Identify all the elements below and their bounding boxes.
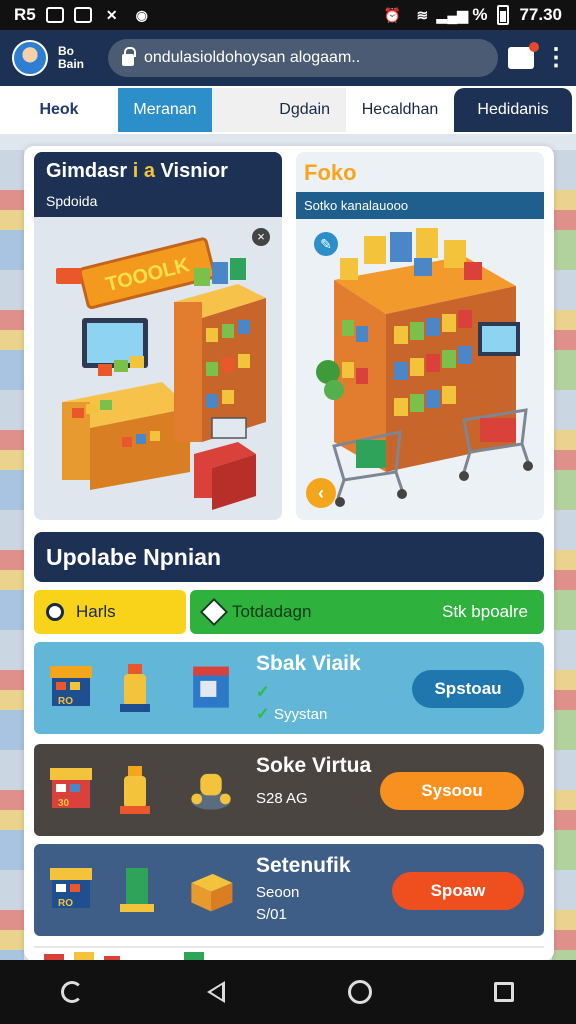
browser-bar: Bo Bain ondulasioldohoysan alogaam.. ⋮ bbox=[0, 30, 576, 86]
shelf-cart-illustration bbox=[316, 228, 533, 507]
item-title: Sbak Viaik bbox=[256, 652, 361, 675]
coins-icon bbox=[191, 773, 231, 810]
tools-icon: ✕ bbox=[105, 6, 118, 23]
stall-icon: RO bbox=[50, 666, 92, 707]
filter-harls-button[interactable]: Harls bbox=[34, 590, 186, 634]
card-subtitle: Sotko kanalauooo bbox=[296, 192, 544, 219]
card-title: Foko bbox=[304, 160, 357, 185]
address-bar[interactable]: ondulasioldohoysan alogaam.. bbox=[108, 39, 498, 77]
stall-badge: RO bbox=[58, 696, 73, 707]
filter-row: Harls Totdadagn Stk bpoalre bbox=[34, 590, 544, 634]
system-nav-bar bbox=[0, 960, 576, 1024]
item-title: Setenufik bbox=[256, 854, 351, 877]
home-button[interactable] bbox=[346, 978, 374, 1006]
battery-percent-label: % bbox=[472, 5, 488, 24]
item-action-button[interactable]: Sysoou bbox=[380, 772, 524, 810]
tab-hecaldhan[interactable]: Hecaldhan bbox=[346, 88, 454, 132]
item-check-line: ✓ Syystan bbox=[256, 704, 327, 723]
stall-icon: 30 bbox=[50, 768, 92, 809]
share-icon[interactable] bbox=[508, 42, 539, 69]
card-foko[interactable]: Foko Sotko kanalauooo ✎ ‹ bbox=[296, 152, 544, 520]
card-title: Gimdasr i a Visnior bbox=[46, 160, 270, 183]
check-icon: ✓ bbox=[256, 706, 270, 723]
photo-icon bbox=[73, 7, 92, 23]
cube-icon bbox=[199, 597, 229, 627]
stall-badge: RO bbox=[58, 898, 73, 909]
filter-update-label[interactable]: Stk bpoalre bbox=[442, 602, 528, 622]
signal-icon: ▂▄▆ bbox=[436, 6, 469, 23]
filter-label: Harls bbox=[76, 602, 116, 621]
item-title: Soke Virtua bbox=[256, 754, 372, 777]
back-arrow-icon[interactable]: ‹ bbox=[306, 478, 336, 508]
background-shelf-right bbox=[552, 150, 576, 960]
item-line: Syystan bbox=[274, 706, 328, 723]
wifi-icon: ≋ bbox=[416, 6, 429, 23]
card-subtitle: Spdoida bbox=[46, 193, 98, 209]
card-header: Gimdasr i a Visnior Spdoida bbox=[34, 152, 282, 217]
avatar[interactable] bbox=[12, 40, 48, 76]
tab-heok[interactable]: Heok bbox=[0, 88, 118, 132]
status-right: ⏰ ≋ ▂▄▆ % 77.30 bbox=[382, 5, 562, 25]
filter-totdadagn-button[interactable]: Totdadagn Stk bpoalre bbox=[190, 590, 544, 634]
alarm-icon: ⏰ bbox=[383, 6, 402, 23]
url-text: ondulasioldohoysan alogaam.. bbox=[144, 49, 361, 66]
record-icon: ◉ bbox=[135, 6, 148, 23]
status-carrier: R5 bbox=[14, 5, 36, 24]
item-line: S/01 bbox=[256, 906, 287, 923]
profile-name[interactable]: Bo Bain bbox=[58, 45, 98, 71]
stall-badge: 30 bbox=[58, 798, 70, 809]
status-time: 77.30 bbox=[519, 5, 562, 24]
back-button[interactable] bbox=[202, 978, 230, 1006]
list-item[interactable]: RO Setenufik Seoon S/01 Spoaw bbox=[34, 844, 544, 936]
tab-meranan[interactable]: Meranan bbox=[118, 88, 212, 132]
card-title-accent: i a bbox=[132, 160, 155, 182]
item-check-line: ✓ bbox=[256, 682, 274, 701]
filter-label: Totdadagn bbox=[232, 602, 312, 621]
crate-icon bbox=[191, 873, 233, 912]
status-left: R5 ✕ ◉ bbox=[14, 5, 152, 25]
card-simulation[interactable]: Gimdasr i a Visnior Spdoida × TOOOLK bbox=[34, 152, 282, 520]
card-title-part: Visnior bbox=[160, 160, 228, 182]
item-action-button[interactable]: Spstoau bbox=[412, 670, 524, 708]
list-item[interactable]: RO Sbak Viaik ✓ ✓ Syystan Spstoau bbox=[34, 642, 544, 734]
tree-icon bbox=[120, 868, 154, 912]
battery-icon bbox=[497, 5, 510, 25]
item-action-button[interactable]: Spoaw bbox=[392, 872, 524, 910]
vending-icon bbox=[193, 666, 229, 708]
main-panel: Gimdasr i a Visnior Spdoida × TOOOLK Fok… bbox=[24, 146, 554, 976]
status-bar: R5 ✕ ◉ ⏰ ≋ ▂▄▆ % 77.30 bbox=[0, 0, 576, 30]
store-illustration: TOOOLK bbox=[56, 237, 266, 510]
bottle-icon bbox=[120, 664, 150, 712]
card-title-part: Gimdasr bbox=[46, 160, 128, 182]
gallery-icon bbox=[45, 7, 64, 23]
check-icon: ✓ bbox=[256, 684, 270, 701]
item-line: Seoon bbox=[256, 884, 300, 901]
background-shelf-left bbox=[0, 150, 24, 960]
lock-icon bbox=[122, 47, 136, 66]
item-price: S28 AG bbox=[256, 790, 308, 807]
recents-button[interactable] bbox=[490, 978, 518, 1006]
list-item[interactable]: 30 Soke Virtua S28 AG Sysoou bbox=[34, 744, 544, 836]
tab-dgdain[interactable]: Dgdain bbox=[212, 88, 346, 132]
refresh-icon[interactable] bbox=[58, 978, 86, 1006]
tab-hedidanis[interactable]: Hedidanis bbox=[454, 88, 572, 132]
stall-icon: RO bbox=[50, 868, 92, 909]
bottle-icon bbox=[120, 766, 150, 814]
section-title: Upolabe Npnian bbox=[34, 532, 544, 582]
clock-icon bbox=[46, 603, 64, 621]
more-menu-icon[interactable]: ⋮ bbox=[544, 46, 568, 70]
tabs-bar: Heok Meranan Dgdain Hecaldhan Hedidanis bbox=[0, 86, 576, 134]
